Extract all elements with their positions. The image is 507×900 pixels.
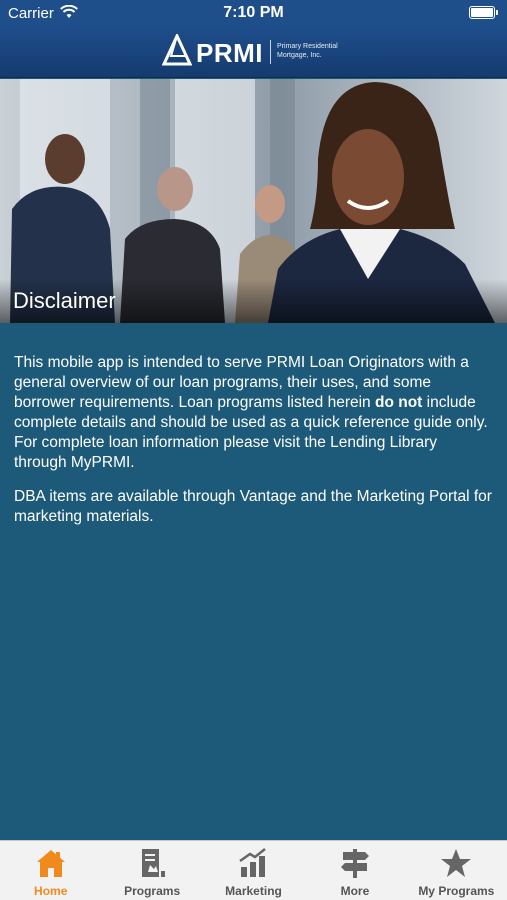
tab-programs[interactable]: Programs xyxy=(101,841,202,900)
brand-subtitle: Primary Residential Mortgage, Inc. xyxy=(277,43,338,59)
status-time: 7:10 PM xyxy=(223,4,284,21)
disclaimer-paragraph-2: DBA items are available through Vantage … xyxy=(14,488,492,525)
tab-label: Marketing xyxy=(225,884,282,898)
battery-icon xyxy=(469,6,498,19)
prmi-logo: PRMI Primary Residential Mortgage, Inc. xyxy=(162,34,362,70)
tab-more[interactable]: More xyxy=(304,841,405,900)
hero-title-bar: Disclaimer xyxy=(0,279,507,323)
emphasis-do-not: do not xyxy=(374,394,423,411)
tab-label: More xyxy=(340,884,370,898)
status-bar: Carrier 7:10 PM xyxy=(0,0,507,26)
logo-divider xyxy=(270,40,271,64)
app-header: PRMI Primary Residential Mortgage, Inc. xyxy=(0,26,507,78)
tab-label: My Programs xyxy=(418,884,495,898)
home-icon xyxy=(36,850,65,877)
marketing-chart-icon xyxy=(238,848,266,877)
disclaimer-content: This mobile app is intended to serve PRM… xyxy=(0,323,507,840)
tab-bar: Home Programs Marketing More My Programs xyxy=(0,840,507,900)
tab-label: Programs xyxy=(124,884,181,898)
tab-home[interactable]: Home xyxy=(0,841,101,900)
tab-marketing[interactable]: Marketing xyxy=(203,841,304,900)
tab-label: Home xyxy=(34,884,68,898)
prmi-logo-mark xyxy=(162,34,192,66)
hero-image: Disclaimer xyxy=(0,79,507,323)
brand-name: PRMI xyxy=(196,38,263,68)
programs-icon xyxy=(142,849,166,877)
page-title: Disclaimer xyxy=(13,288,116,313)
disclaimer-paragraph-1: This mobile app is intended to serve PRM… xyxy=(14,354,488,471)
tab-my-programs[interactable]: My Programs xyxy=(406,841,507,900)
signpost-icon xyxy=(340,849,369,878)
star-icon xyxy=(441,849,472,877)
